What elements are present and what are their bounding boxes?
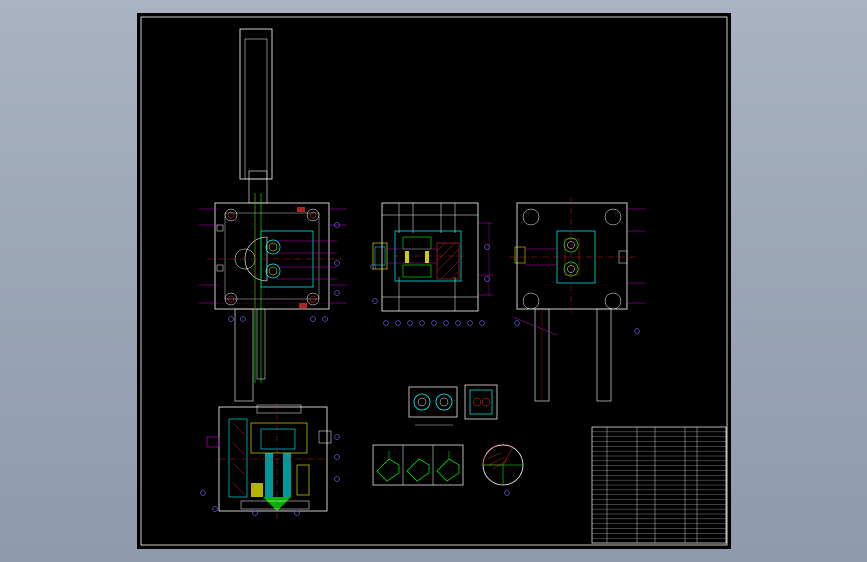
title-block — [591, 426, 727, 544]
balloon — [484, 276, 490, 282]
balloon — [383, 320, 389, 326]
drawing-sheet — [137, 13, 731, 549]
plan-view-left — [199, 28, 347, 402]
detail-circle-view — [482, 444, 524, 486]
balloon — [634, 328, 640, 334]
balloon — [334, 290, 340, 296]
balloon — [431, 320, 437, 326]
balloon — [200, 490, 206, 496]
balloon — [228, 316, 234, 322]
balloon — [334, 434, 340, 440]
bom-table-lines — [592, 431, 726, 539]
balloon — [514, 320, 520, 326]
balloon — [334, 454, 340, 460]
balloon — [484, 244, 490, 250]
assembly-section-view — [206, 403, 332, 521]
balloon — [407, 320, 413, 326]
balloon — [467, 320, 473, 326]
balloon — [479, 320, 485, 326]
balloon — [455, 320, 461, 326]
balloon — [372, 298, 378, 304]
detail-view-cavity — [408, 384, 498, 426]
balloon — [395, 320, 401, 326]
balloon — [240, 316, 246, 322]
balloon — [334, 476, 340, 482]
balloon — [212, 506, 218, 512]
balloon — [419, 320, 425, 326]
plan-view-right — [509, 197, 645, 402]
balloon — [334, 260, 340, 266]
isometric-views — [372, 444, 464, 486]
balloon — [443, 320, 449, 326]
balloon — [504, 490, 510, 496]
balloon — [322, 316, 328, 322]
balloon — [310, 316, 316, 322]
cad-drawing — [140, 16, 728, 546]
section-view-middle — [372, 202, 493, 312]
